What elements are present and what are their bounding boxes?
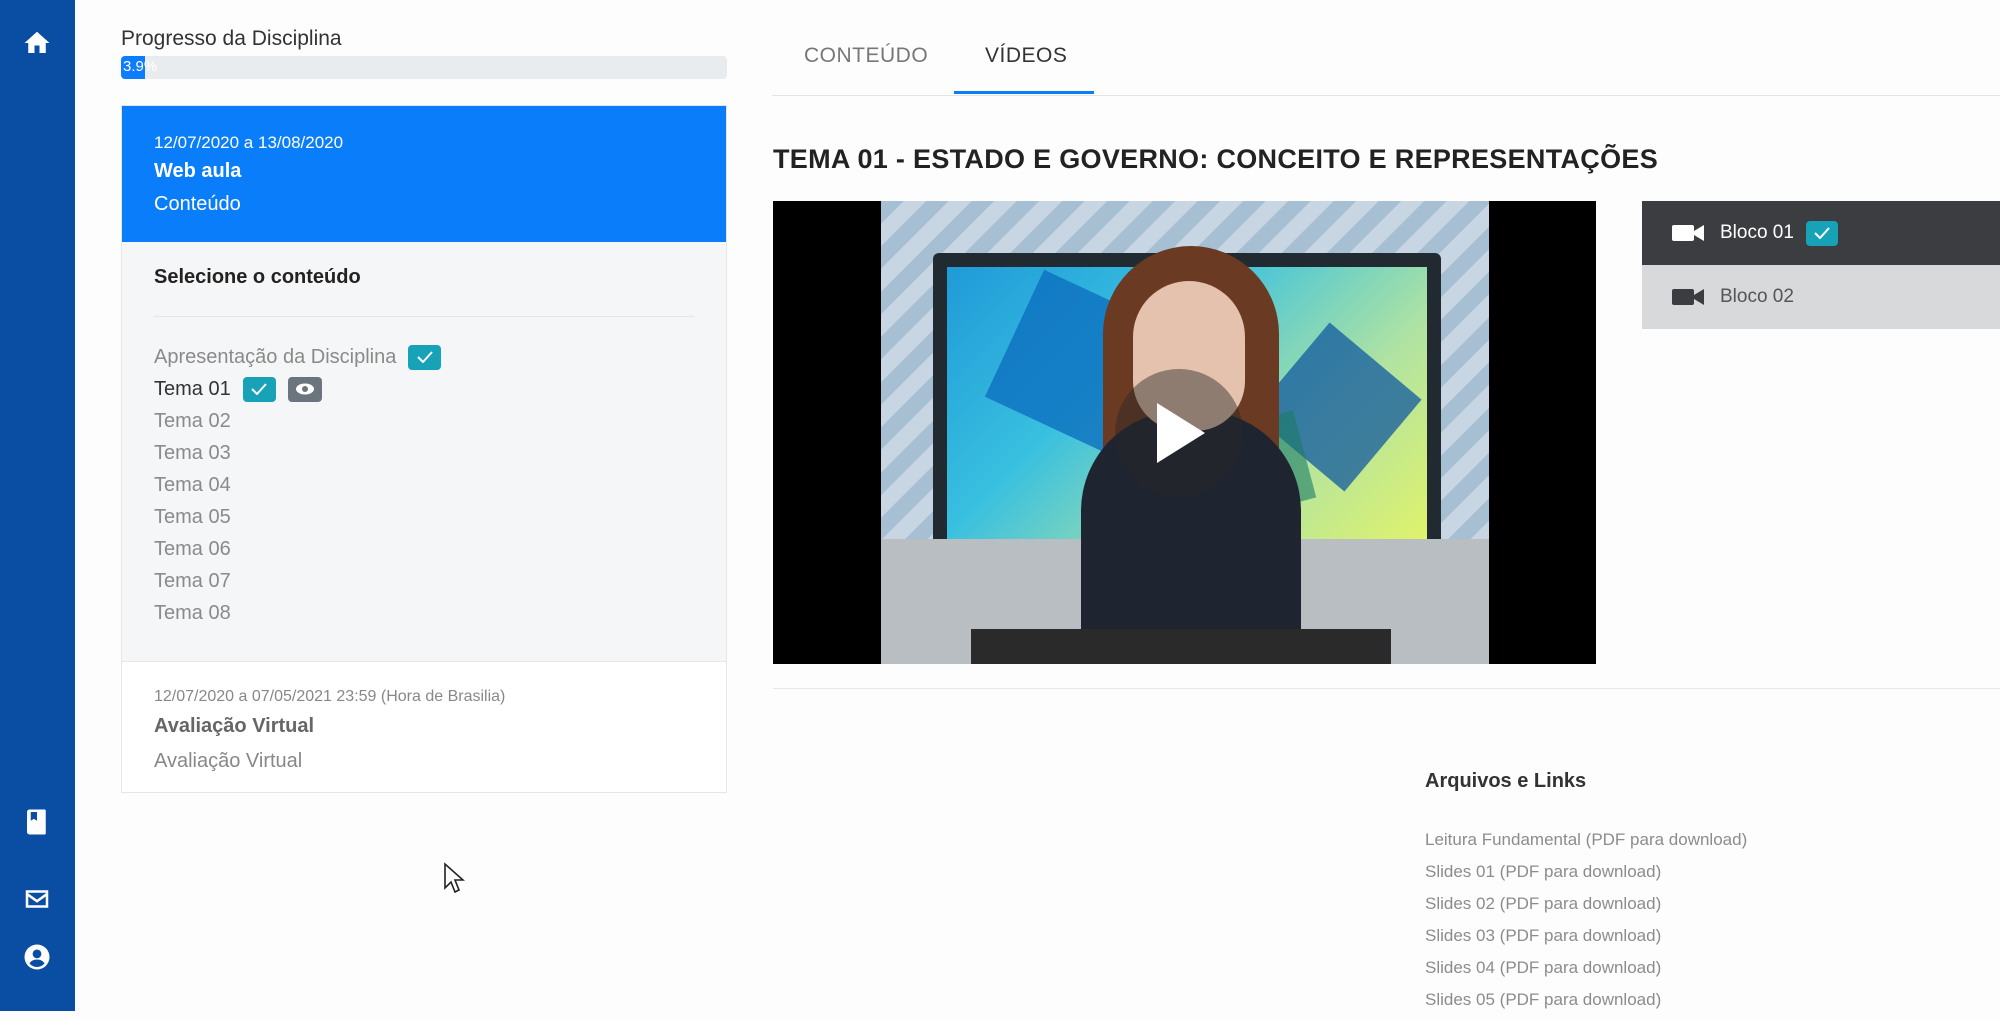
active-tab-indicator: [954, 91, 1094, 94]
video-camera-icon: [1672, 225, 1704, 241]
topic-item[interactable]: Tema 06: [154, 533, 694, 565]
file-link[interactable]: Slides 03 (PDF para download): [1425, 923, 1747, 955]
play-button[interactable]: [1115, 369, 1243, 497]
tab-videos[interactable]: VÍDEOS: [985, 44, 1067, 68]
topic-item[interactable]: Tema 03: [154, 437, 694, 469]
select-content-title: Selecione o conteúdo: [154, 266, 361, 288]
topic-label: Tema 06: [154, 538, 231, 560]
topic-item[interactable]: Tema 02: [154, 405, 694, 437]
topic-item[interactable]: Tema 04: [154, 469, 694, 501]
eye-icon: [295, 383, 314, 395]
viewing-badge: [287, 376, 322, 402]
evaluation-section[interactable]: 12/07/2020 a 07/05/2021 23:59 (Hora de B…: [122, 661, 726, 773]
divider: [773, 688, 2000, 689]
video-camera-icon: [1672, 289, 1704, 305]
progress-value: 3.9%: [123, 58, 158, 75]
evaluation-date: 12/07/2020 a 07/05/2021 23:59 (Hora de B…: [154, 688, 506, 705]
mail-icon[interactable]: [18, 880, 56, 918]
video-block-list: Bloco 01 Bloco 02: [1642, 201, 2000, 329]
completed-badge: [408, 344, 442, 370]
topic-label: Tema 07: [154, 570, 231, 592]
topic-item[interactable]: Tema 08: [154, 597, 694, 629]
topic-label: Tema 01: [154, 378, 231, 400]
video-player[interactable]: [773, 201, 1596, 664]
topic-label: Tema 02: [154, 410, 231, 432]
topic-label: Tema 03: [154, 442, 231, 464]
topic-item[interactable]: Tema 05: [154, 501, 694, 533]
file-link[interactable]: Slides 04 (PDF para download): [1425, 955, 1747, 987]
course-panel: 12/07/2020 a 13/08/2020 Web aula Conteúd…: [121, 105, 727, 793]
topic-item[interactable]: Apresentação da Disciplina: [154, 341, 694, 373]
topic-item[interactable]: Tema 07: [154, 565, 694, 597]
files-list: Leitura Fundamental (PDF para download) S…: [1425, 827, 1747, 1019]
check-icon: [251, 383, 267, 395]
progress-label: Progresso da Disciplina: [121, 27, 342, 50]
file-link[interactable]: Leitura Fundamental (PDF para download): [1425, 827, 1747, 859]
completed-badge: [242, 376, 276, 402]
file-link[interactable]: Slides 01 (PDF para download): [1425, 859, 1747, 891]
evaluation-subtitle: Avaliação Virtual: [154, 750, 303, 772]
web-aula-header[interactable]: 12/07/2020 a 13/08/2020 Web aula Conteúd…: [122, 106, 726, 242]
completed-badge: [1805, 220, 1838, 246]
web-aula-date: 12/07/2020 a 13/08/2020: [154, 133, 344, 152]
progress-bar: 3.9%: [121, 56, 727, 79]
nav-rail: [0, 0, 75, 1011]
book-icon[interactable]: [18, 803, 56, 841]
divider: [154, 316, 694, 317]
topic-item[interactable]: Tema 01: [154, 373, 694, 405]
video-block-item[interactable]: Bloco 02: [1642, 265, 2000, 329]
web-aula-title: Web aula: [154, 160, 242, 182]
check-icon: [417, 351, 433, 363]
content-tabs: CONTEÚDO VÍDEOS: [772, 0, 2000, 96]
file-link[interactable]: Slides 02 (PDF para download): [1425, 891, 1747, 923]
theme-title: TEMA 01 - ESTADO E GOVERNO: CONCEITO E R…: [773, 144, 1659, 174]
topic-label: Apresentação da Disciplina: [154, 346, 397, 368]
mouse-cursor-icon: [444, 862, 465, 894]
topic-label: Tema 05: [154, 506, 231, 528]
user-circle-icon[interactable]: [18, 938, 56, 976]
files-title: Arquivos e Links: [1425, 770, 1587, 792]
topic-label: Tema 04: [154, 474, 231, 496]
home-icon[interactable]: [18, 24, 56, 62]
content-selector: Selecione o conteúdo Apresentação da Dis…: [122, 242, 726, 661]
video-block-item[interactable]: Bloco 01: [1642, 201, 2000, 265]
play-icon: [1157, 403, 1205, 463]
check-icon: [1814, 227, 1830, 239]
video-block-label: Bloco 02: [1720, 286, 1794, 307]
web-aula-subtitle: Conteúdo: [154, 193, 241, 215]
topic-list: Apresentação da Disciplina Tema 01 Tema 02…: [154, 341, 694, 629]
video-block-label: Bloco 01: [1720, 222, 1794, 243]
evaluation-title: Avaliação Virtual: [154, 715, 315, 737]
topic-label: Tema 08: [154, 602, 231, 624]
tab-content[interactable]: CONTEÚDO: [804, 44, 928, 68]
file-link[interactable]: Slides 05 (PDF para download): [1425, 987, 1747, 1019]
